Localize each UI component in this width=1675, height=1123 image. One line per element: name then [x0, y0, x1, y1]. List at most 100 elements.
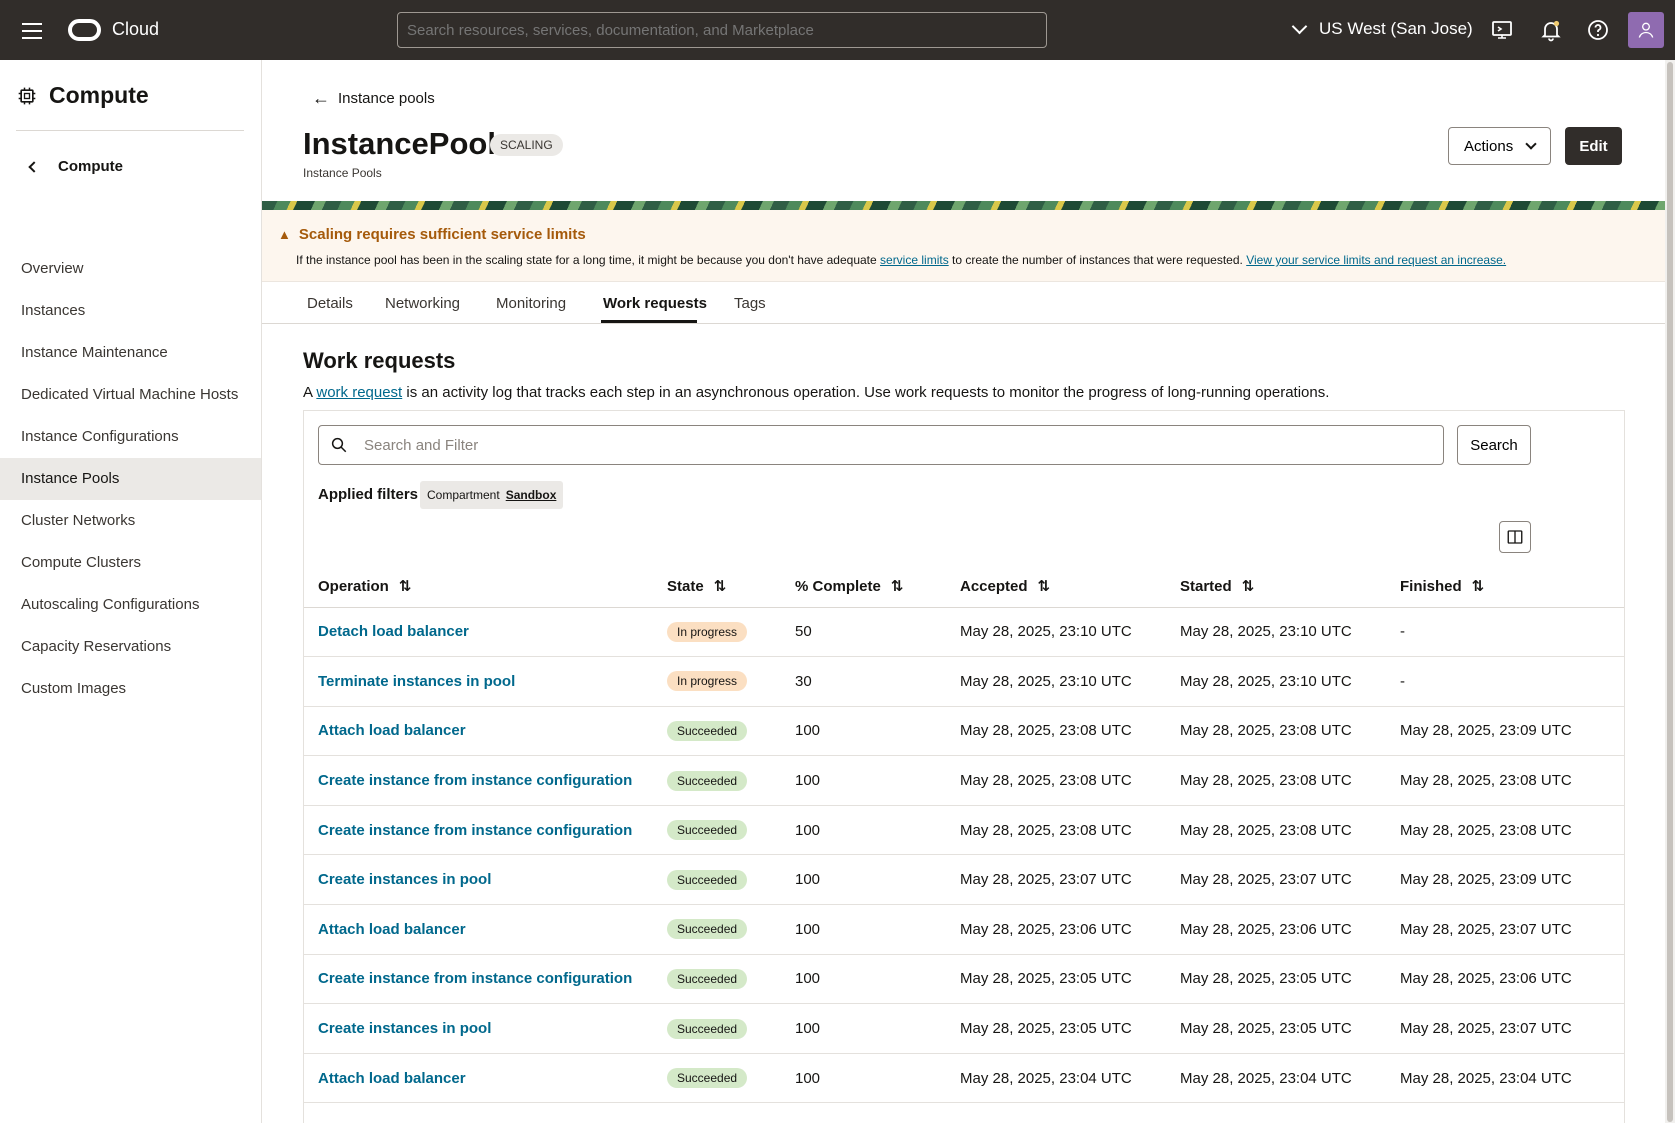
- sidebar-item-dedicated-vm-hosts[interactable]: Dedicated Virtual Machine Hosts: [0, 374, 261, 416]
- chevron-left-icon: [28, 160, 40, 173]
- cell-operation: Create instance from instance configurat…: [304, 755, 667, 806]
- top-navigation-bar: Cloud US West (San Jose): [0, 0, 1675, 60]
- cell-percent-complete: 100: [795, 755, 960, 806]
- table-row: Attach load balancer Succeeded 100 May 28, …: [304, 706, 1624, 757]
- cell-operation: Create instance from instance configurat…: [304, 805, 667, 856]
- cell-operation: Create instances in pool: [304, 1003, 667, 1054]
- sidebar-item-capacity-reservations[interactable]: Capacity Reservations: [0, 626, 261, 668]
- chip-value[interactable]: Sandbox: [506, 488, 557, 502]
- sort-icon[interactable]: ⇅: [891, 577, 904, 595]
- operation-link[interactable]: Attach load balancer: [318, 921, 466, 938]
- cell-accepted: May 28, 2025, 23:10 UTC: [960, 656, 1180, 707]
- sidebar-item-overview[interactable]: Overview: [0, 248, 261, 290]
- operation-link[interactable]: Create instances in pool: [318, 871, 491, 888]
- back-to-instance-pools-link[interactable]: ← Instance pools: [312, 88, 435, 109]
- tab-details[interactable]: Details: [307, 295, 353, 312]
- cell-percent-complete: 100: [795, 706, 960, 757]
- column-header-started[interactable]: Started ⇅: [1180, 565, 1400, 608]
- user-avatar-icon[interactable]: [1628, 12, 1664, 48]
- global-search-input[interactable]: [397, 12, 1047, 48]
- sidebar-item-instance-configurations[interactable]: Instance Configurations: [0, 416, 261, 458]
- tab-monitoring[interactable]: Monitoring: [496, 295, 566, 312]
- tab-bar: Details Networking Monitoring Work reque…: [262, 282, 1665, 324]
- service-limits-link[interactable]: service limits: [880, 253, 949, 267]
- operation-link[interactable]: Attach load balancer: [318, 722, 466, 739]
- help-icon[interactable]: [1586, 18, 1610, 42]
- table-row: Attach load balancer Succeeded 100 May 28, …: [304, 904, 1624, 955]
- search-button[interactable]: Search: [1457, 425, 1531, 465]
- cell-operation: Create instance from instance configurat…: [304, 954, 667, 1005]
- sidebar-item-compute-clusters[interactable]: Compute Clusters: [0, 542, 261, 584]
- operation-link[interactable]: Create instances in pool: [318, 1020, 491, 1037]
- sidebar-item-cluster-networks[interactable]: Cluster Networks: [0, 500, 261, 542]
- region-selector[interactable]: US West (San Jose): [1291, 18, 1473, 39]
- sort-icon[interactable]: ⇅: [1472, 577, 1485, 595]
- column-header-state[interactable]: State ⇅: [667, 565, 795, 608]
- cell-accepted: May 28, 2025, 23:08 UTC: [960, 805, 1180, 856]
- arrow-left-icon: ←: [312, 88, 330, 108]
- cell-accepted: May 28, 2025, 23:10 UTC: [960, 607, 1180, 658]
- cell-started: May 28, 2025, 23:04 UTC: [1180, 1053, 1400, 1104]
- active-tab-indicator: [601, 320, 697, 323]
- sidebar-back-link[interactable]: Compute: [28, 158, 123, 175]
- cell-state: In progress: [667, 607, 795, 658]
- tab-work-requests[interactable]: Work requests: [603, 295, 707, 312]
- tab-networking[interactable]: Networking: [385, 295, 460, 312]
- search-filter-input[interactable]: [364, 436, 1424, 454]
- cell-started: May 28, 2025, 23:08 UTC: [1180, 805, 1400, 856]
- column-header-operation[interactable]: Operation ⇅: [304, 565, 667, 608]
- operation-link[interactable]: Attach load balancer: [318, 1070, 466, 1087]
- sort-icon[interactable]: ⇅: [399, 577, 412, 595]
- tab-tags[interactable]: Tags: [734, 295, 766, 312]
- column-header-finished[interactable]: Finished ⇅: [1400, 565, 1624, 608]
- cloud-shell-icon[interactable]: [1490, 18, 1514, 42]
- cell-state: Succeeded: [667, 755, 795, 806]
- cell-operation: Terminate instances in pool: [304, 656, 667, 707]
- operation-link[interactable]: Create instance from instance configurat…: [318, 772, 632, 789]
- sort-icon[interactable]: ⇅: [1242, 577, 1255, 595]
- sidebar-item-custom-images[interactable]: Custom Images: [0, 668, 261, 710]
- sidebar-item-instance-pools[interactable]: Instance Pools: [0, 458, 261, 500]
- sidebar-item-instance-maintenance[interactable]: Instance Maintenance: [0, 332, 261, 374]
- operation-link[interactable]: Create instance from instance configurat…: [318, 822, 632, 839]
- edit-button[interactable]: Edit: [1565, 127, 1622, 165]
- scrollbar-thumb[interactable]: [1667, 62, 1673, 1122]
- table-row: Detach load balancer In progress 50 May 28,…: [304, 607, 1624, 658]
- column-header-complete[interactable]: % Complete ⇅: [795, 565, 960, 608]
- work-request-link[interactable]: work request: [316, 384, 402, 401]
- column-header-accepted[interactable]: Accepted ⇅: [960, 565, 1180, 608]
- view-service-limits-link[interactable]: View your service limits and request an …: [1246, 253, 1506, 267]
- table-row: Create instances in pool Succeeded 100 May …: [304, 1003, 1624, 1054]
- operation-link[interactable]: Create instance from instance configurat…: [318, 970, 632, 987]
- compute-chip-icon: [18, 87, 36, 104]
- cell-started: May 28, 2025, 23:08 UTC: [1180, 706, 1400, 757]
- bell-icon[interactable]: [1539, 18, 1563, 42]
- cell-percent-complete: 100: [795, 854, 960, 906]
- actions-dropdown-button[interactable]: Actions: [1448, 127, 1551, 165]
- sort-icon[interactable]: ⇅: [1038, 577, 1051, 595]
- cell-state: Succeeded: [667, 706, 795, 757]
- sidebar-divider: [16, 130, 244, 131]
- operation-link[interactable]: Terminate instances in pool: [318, 673, 515, 690]
- hamburger-menu-icon[interactable]: [20, 18, 44, 42]
- cell-state: In progress: [667, 656, 795, 707]
- cell-accepted: May 28, 2025, 23:06 UTC: [960, 904, 1180, 955]
- cell-started: May 28, 2025, 23:05 UTC: [1180, 1003, 1400, 1054]
- operation-link[interactable]: Detach load balancer: [318, 623, 469, 640]
- sidebar-item-instances[interactable]: Instances: [0, 290, 261, 332]
- column-label: Accepted: [960, 577, 1028, 595]
- column-settings-icon[interactable]: [1499, 521, 1531, 553]
- cell-started: May 28, 2025, 23:05 UTC: [1180, 954, 1400, 1005]
- sort-icon[interactable]: ⇅: [714, 577, 727, 595]
- cell-state: Succeeded: [667, 954, 795, 1005]
- cloud-logo-icon[interactable]: [68, 19, 101, 41]
- compartment-filter-chip[interactable]: Compartment Sandbox: [420, 481, 564, 509]
- sidebar-item-autoscaling-configurations[interactable]: Autoscaling Configurations: [0, 584, 261, 626]
- cell-finished: May 28, 2025, 23:07 UTC: [1400, 904, 1624, 955]
- brand-name[interactable]: Cloud: [112, 19, 159, 40]
- search-filter-field[interactable]: [318, 425, 1444, 465]
- warning-body-text: If the instance pool has been in the sca…: [296, 253, 881, 267]
- section-title: Work requests: [303, 348, 456, 373]
- cell-percent-complete: 100: [795, 805, 960, 856]
- main-content: ← Instance pools InstancePool SCALING In…: [262, 60, 1665, 1123]
